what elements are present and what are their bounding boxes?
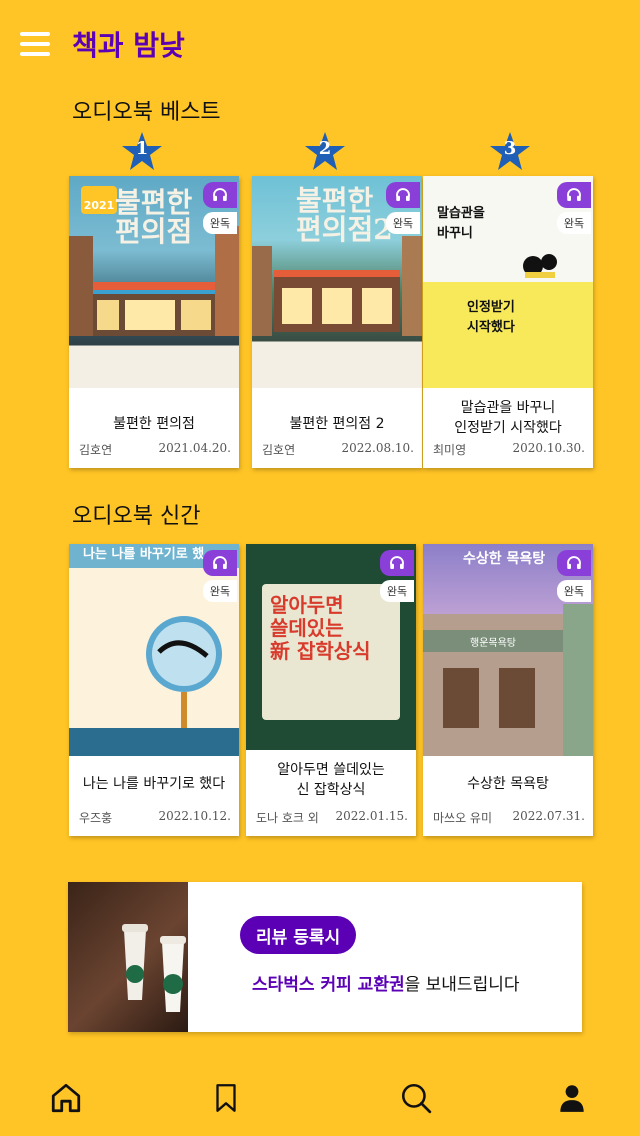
book-date: 2022.07.31. — [512, 809, 585, 823]
book-meta: 마쓰오 유미 2022.07.31. — [433, 809, 585, 826]
book-meta: 김호연 2021.04.20. — [79, 441, 231, 458]
completed-badge: 완독 — [203, 580, 237, 602]
cover-title: 알아두면 쓸데있는 新 잡학상식 — [270, 593, 371, 663]
completed-badge: 완독 — [380, 580, 414, 602]
book-meta: 도나 호크 외 2022.01.15. — [256, 809, 408, 826]
book-author: 최미영 — [433, 443, 467, 457]
book-card-best-1[interactable]: 2021 불편한 편의점 완독 불편한 편의점 김호연 2021.04.20. — [69, 176, 239, 468]
book-title: 말습관을 바꾸니 인정받기 시작했다 — [454, 400, 562, 436]
book-card-best-3[interactable]: 말습관을 바꾸니 인정받기 시작했다 완독 말습관을 바꾸니 인정받기 시작했다… — [423, 176, 593, 468]
book-cover: 말습관을 바꾸니 인정받기 시작했다 완독 — [423, 176, 593, 388]
book-title: 알아두면 쓸데있는 신 잡학상식 — [277, 762, 385, 798]
cover-title-top: 말습관을 바꾸니 — [437, 206, 485, 241]
book-meta: 김호연 2022.08.10. — [262, 441, 414, 458]
book-author: 우즈훙 — [79, 811, 113, 825]
book-cover: 2021 불편한 편의점 완독 — [69, 176, 239, 388]
profile-icon[interactable] — [552, 1078, 592, 1118]
book-cover: 알아두면 쓸데있는 新 잡학상식 완독 — [246, 544, 416, 750]
book-date: 2021.04.20. — [158, 441, 231, 455]
app-header: 책과 밤낮 — [0, 0, 640, 88]
rank-star-3: 3 — [488, 130, 532, 174]
book-cover: 수상한 목욕탕 행운목욕탕 완독 — [423, 544, 593, 756]
book-title: 불편한 편의점 2 — [289, 416, 385, 432]
banner-highlight: 스타벅스 커피 교환권 — [252, 975, 405, 995]
book-date: 2022.01.15. — [335, 809, 408, 823]
book-date: 2020.10.30. — [512, 441, 585, 455]
coffee-image — [68, 882, 188, 1032]
completed-badge: 완독 — [386, 212, 420, 234]
book-meta: 최미영 2020.10.30. — [433, 441, 585, 458]
banner-message: 스타벅스 커피 교환권을 보내드립니다 — [252, 970, 520, 995]
book-author: 마쓰오 유미 — [433, 811, 493, 825]
book-title: 나는 나를 바꾸기로 했다 — [82, 776, 226, 792]
review-pill: 리뷰 등록시 — [240, 916, 357, 954]
home-icon[interactable] — [46, 1078, 86, 1118]
headphone-icon — [557, 550, 591, 576]
search-icon[interactable] — [396, 1078, 436, 1118]
completed-badge: 완독 — [203, 212, 237, 234]
headphone-icon — [386, 182, 420, 208]
rank-star-1: 1 — [120, 130, 164, 174]
book-cover: 불편한 편의점2 완독 — [252, 176, 422, 388]
section-title-new: 오디오북 신간 — [72, 504, 201, 529]
headphone-icon — [557, 182, 591, 208]
cover-sign: 행운목욕탕 — [470, 638, 516, 649]
banner-rest: 을 보내드립니다 — [404, 975, 520, 995]
bottom-nav — [0, 1060, 640, 1136]
book-card-best-2[interactable]: 불편한 편의점2 완독 불편한 편의점 2 김호연 2022.08.10. — [252, 176, 422, 468]
book-cover: 나는 나를 바꾸기로 했 완독 — [69, 544, 239, 756]
headphone-icon — [203, 550, 237, 576]
book-author: 도나 호크 외 — [256, 811, 319, 825]
promo-banner[interactable]: 리뷰 등록시 스타벅스 커피 교환권을 보내드립니다 — [68, 882, 582, 1032]
headphone-icon — [380, 550, 414, 576]
book-author: 김호연 — [79, 443, 113, 457]
book-card-new-3[interactable]: 수상한 목욕탕 행운목욕탕 완독 수상한 목욕탕 마쓰오 유미 2022.07.… — [423, 544, 593, 836]
cover-title: 불편한 편의점2 — [296, 184, 393, 247]
book-date: 2022.10.12. — [158, 809, 231, 823]
app-title: 책과 밤낮 — [72, 29, 185, 62]
cover-title-bottom: 인정받기 시작했다 — [467, 300, 515, 335]
book-date: 2022.08.10. — [341, 441, 414, 455]
cover-title: 나는 나를 바꾸기로 했 — [83, 547, 205, 562]
completed-badge: 완독 — [557, 212, 591, 234]
cover-title: 불편한 편의점 — [115, 186, 193, 249]
section-title-best: 오디오북 베스트 — [72, 100, 221, 125]
book-card-new-2[interactable]: 알아두면 쓸데있는 新 잡학상식 완독 알아두면 쓸데있는 신 잡학상식 도나 … — [246, 544, 416, 836]
completed-badge: 완독 — [557, 580, 591, 602]
crown-badge: 2021 — [81, 186, 117, 214]
cover-title: 수상한 목욕탕 — [463, 551, 546, 567]
book-title: 수상한 목욕탕 — [467, 776, 549, 792]
book-title: 불편한 편의점 — [113, 416, 195, 432]
rank-star-2: 2 — [303, 130, 347, 174]
book-meta: 우즈훙 2022.10.12. — [79, 809, 231, 826]
bookmark-icon[interactable] — [206, 1078, 246, 1118]
headphone-icon — [203, 182, 237, 208]
book-author: 김호연 — [262, 443, 296, 457]
menu-icon[interactable] — [20, 32, 50, 56]
book-card-new-1[interactable]: 나는 나를 바꾸기로 했 완독 나는 나를 바꾸기로 했다 우즈훙 2022.1… — [69, 544, 239, 836]
